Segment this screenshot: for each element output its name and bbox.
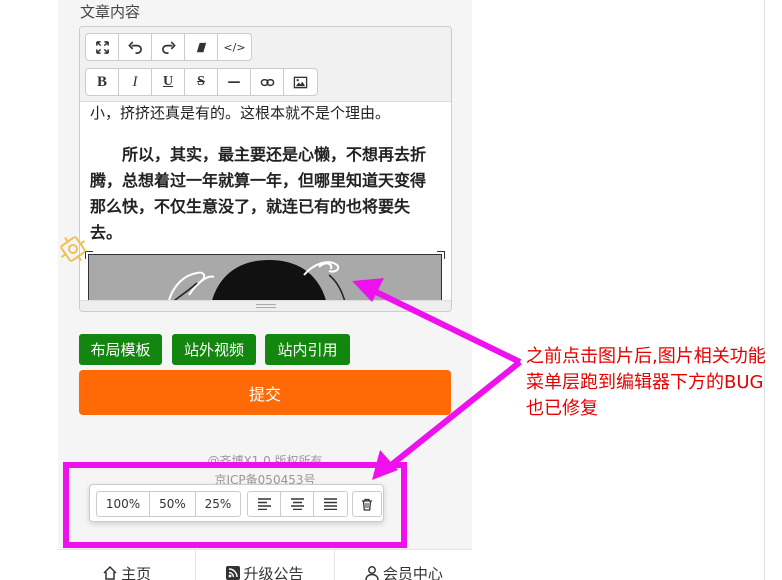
selected-image[interactable] (88, 254, 442, 302)
image-options-popup: 100% 50% 25% (89, 484, 384, 522)
gear-icon (56, 232, 90, 270)
bold-icon[interactable]: B (86, 69, 119, 95)
image-align-group (247, 491, 348, 517)
strikethrough-icon[interactable]: S (185, 69, 218, 95)
tab-upgrade-label: 升级公告 (243, 564, 304, 580)
tab-upgrade[interactable]: 升级公告 (196, 550, 335, 580)
image-icon[interactable] (284, 69, 317, 95)
illustration-icon (89, 255, 441, 302)
toolbar-group-format: B I U S — (85, 68, 318, 96)
image-size-group: 100% 50% 25% (96, 491, 241, 517)
annotation-text: 之前点击图片后,图片相关功能菜单层跑到编辑器下方的BUG也已修复 (526, 346, 766, 419)
tab-home[interactable]: 主页 (58, 550, 197, 580)
fullscreen-icon[interactable] (86, 34, 119, 60)
rss-icon (226, 566, 241, 580)
editor-resize-handle[interactable] (80, 300, 451, 311)
undo-icon[interactable] (119, 34, 152, 60)
align-justify-icon[interactable] (314, 492, 347, 516)
page-edge-divider (764, 0, 765, 580)
image-delete-group (352, 491, 382, 517)
external-video-button[interactable]: 站外视频 (172, 334, 256, 365)
editor-content[interactable]: 小，挤挤还真是有的。这根本就不是个理由。 所以，其实，最主要还是心懒，不想再去折… (80, 102, 451, 302)
redo-icon[interactable] (152, 34, 185, 60)
underline-icon[interactable]: U (152, 69, 185, 95)
eraser-icon[interactable] (185, 34, 218, 60)
bottom-tabbar: 主页 升级公告 会员中心 (58, 549, 472, 580)
tab-member[interactable]: 会员中心 (335, 550, 472, 580)
user-icon (365, 566, 379, 580)
content-paragraph: 小，挤挤还真是有的。这根本就不是个理由。 (90, 104, 391, 122)
internal-reference-button[interactable]: 站内引用 (265, 334, 350, 365)
editor-toolbar: </> B I U S — (80, 27, 451, 102)
toolbar-group-history: </> (85, 33, 252, 61)
horizontal-rule-icon[interactable]: — (218, 69, 251, 95)
size-50-button[interactable]: 50% (150, 492, 196, 516)
size-100-button[interactable]: 100% (97, 492, 150, 516)
home-icon (103, 565, 117, 580)
layout-template-button[interactable]: 布局模板 (79, 334, 162, 365)
size-25-button[interactable]: 25% (196, 492, 240, 516)
content-paragraph-bold: 所以，其实，最主要还是心懒，不想再去折腾，总想着过一年就算一年，但哪里知道天变得… (90, 145, 427, 242)
trash-icon[interactable] (353, 492, 381, 516)
rich-text-editor[interactable]: </> B I U S — 小，挤挤还真是有的。这根本就不是个理由。 所以，其实… (79, 26, 452, 312)
align-center-icon[interactable] (281, 492, 314, 516)
submit-button[interactable]: 提交 (79, 370, 451, 415)
content-field-label: 文章内容 (80, 3, 141, 21)
italic-icon[interactable]: I (119, 69, 152, 95)
tab-member-label: 会员中心 (382, 564, 443, 580)
align-left-icon[interactable] (248, 492, 281, 516)
link-icon[interactable] (251, 69, 284, 95)
code-icon[interactable]: </> (218, 34, 251, 60)
tab-home-label: 主页 (121, 564, 152, 580)
